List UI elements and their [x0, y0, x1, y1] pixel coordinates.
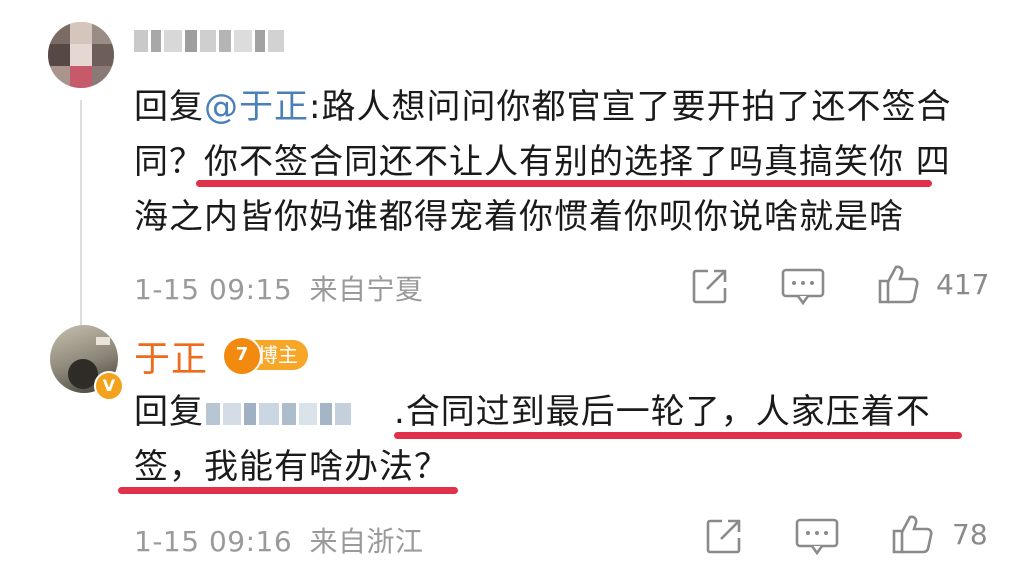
- location: 来自宁夏: [309, 273, 424, 306]
- like-count: 78: [952, 518, 988, 551]
- timestamp: 1-15 09:16: [134, 525, 293, 558]
- badge-label: 博主: [258, 343, 298, 367]
- comment2-meta: 1-15 09:16 来自浙江: [134, 520, 424, 560]
- blogger-badge: 7 博主: [222, 336, 308, 376]
- comment1-meta: 1-15 09:15 来自宁夏: [134, 268, 424, 308]
- masked-mention[interactable]: [206, 385, 392, 440]
- timestamp: 1-15 09:15: [134, 273, 293, 306]
- location: 来自浙江: [309, 525, 424, 558]
- comment-text: 签，我能有啥办法？: [134, 447, 449, 487]
- mention-link[interactable]: @于正: [204, 87, 309, 127]
- verified-icon: V: [94, 371, 124, 401]
- comment1-line1: 回复@于正:路人想问问你都官宣了要开拍了还不签合: [134, 80, 951, 135]
- username-masked[interactable]: [134, 30, 287, 52]
- share-icon[interactable]: [704, 516, 744, 556]
- crown-icon: 7: [222, 336, 262, 376]
- like-icon[interactable]: [890, 512, 934, 556]
- highlight-underline: [118, 487, 458, 494]
- share-icon[interactable]: [690, 266, 730, 306]
- comment-text: .合同过到最后一轮了，人家压着不: [394, 392, 931, 432]
- reply-prefix: 回复: [134, 87, 204, 127]
- like-count: 417: [936, 268, 990, 301]
- highlight-underline: [394, 432, 962, 439]
- comment1-line3: 海之内皆你妈谁都得宠着你惯着你呗你说啥就是啥: [134, 190, 904, 245]
- comment-icon[interactable]: [780, 266, 826, 306]
- comment-text: 同？: [134, 142, 204, 182]
- comment-text-highlighted: 你不签合同还不让人有别的选择了吗真搞笑你: [204, 142, 904, 182]
- like-icon[interactable]: [876, 262, 920, 306]
- reply-prefix: 回复: [134, 392, 204, 432]
- comment-text: 海之内皆你妈谁都得宠着你惯着你呗你说啥就是啥: [134, 197, 904, 237]
- avatar-user1[interactable]: [48, 22, 114, 88]
- comment-icon[interactable]: [794, 516, 840, 556]
- highlight-underline: [196, 180, 932, 187]
- thread-line: [80, 100, 82, 340]
- username[interactable]: 于正: [134, 330, 208, 382]
- comment-text: 四: [904, 142, 951, 182]
- comment-text: :路人想问问你都官宣了要开拍了还不签合: [309, 87, 952, 127]
